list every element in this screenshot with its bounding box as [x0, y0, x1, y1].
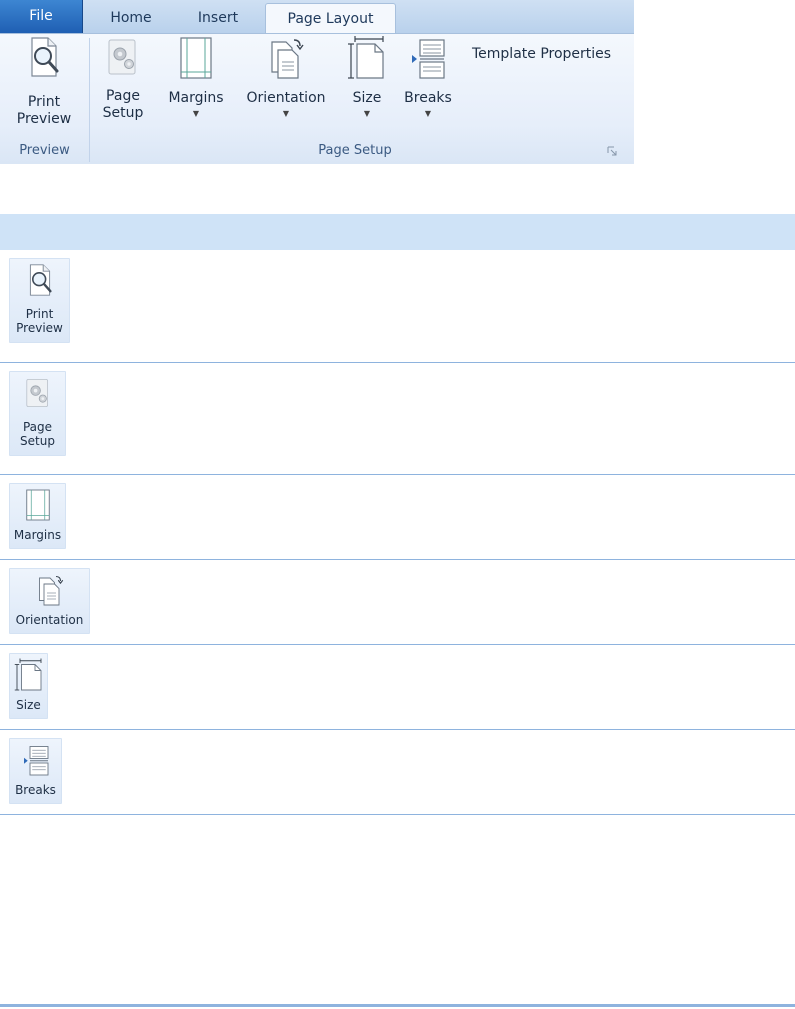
- ribbon: File Home Insert Page Layout Print Previ…: [0, 0, 634, 164]
- row-label-1: Print: [25, 307, 54, 321]
- print-preview-icon: [31, 37, 59, 77]
- size-button[interactable]: Size ▼: [343, 36, 391, 118]
- tab-file[interactable]: File: [0, 0, 83, 33]
- page-setup-label-2: Setup: [102, 105, 144, 121]
- print-preview-label-1: Print: [27, 94, 61, 110]
- breaks-button[interactable]: Breaks: [9, 738, 62, 804]
- table-row: Size: [0, 645, 795, 730]
- row-label-1: Page: [22, 420, 53, 434]
- breaks-icon: [412, 39, 445, 79]
- ribbon-body: Print Preview Preview Page Setup Margins…: [0, 33, 634, 164]
- margins-label: Margins: [168, 90, 224, 106]
- orientation-icon: [38, 575, 63, 606]
- print-preview-icon: [29, 264, 52, 296]
- page-setup-icon: [25, 379, 48, 407]
- row-label-1: Margins: [13, 528, 62, 542]
- table-row: Page Setup: [0, 363, 795, 475]
- breaks-button[interactable]: Breaks ▼: [401, 36, 455, 118]
- size-label: Size: [352, 90, 382, 106]
- breaks-dropdown-arrow-icon: ▼: [424, 109, 432, 118]
- table-header: [0, 214, 795, 250]
- table-row: Breaks: [0, 730, 795, 815]
- size-icon: [14, 658, 41, 691]
- row-label-1: Orientation: [15, 613, 84, 627]
- page-setup-label-1: Page: [106, 88, 140, 104]
- tab-home[interactable]: Home: [96, 3, 166, 33]
- dialog-launcher-icon[interactable]: [607, 146, 618, 157]
- row-label-2: Preview: [16, 321, 63, 335]
- breaks-label: Breaks: [404, 90, 452, 106]
- ribbon-tab-bar: File Home Insert Page Layout: [0, 0, 634, 34]
- group-label-preview: Preview: [19, 143, 70, 158]
- template-properties-button[interactable]: Template Properties: [472, 46, 611, 62]
- page-setup-button[interactable]: Page Setup: [9, 371, 66, 456]
- margins-button[interactable]: Margins ▼: [161, 36, 231, 118]
- table-row: Orientation: [0, 560, 795, 645]
- print-preview-button[interactable]: Print Preview: [8, 36, 80, 128]
- margins-button[interactable]: Margins: [9, 483, 66, 549]
- size-icon: [348, 36, 384, 79]
- orientation-dropdown-arrow-icon: ▼: [282, 109, 290, 118]
- orientation-label: Orientation: [246, 90, 326, 106]
- row-label-1: Breaks: [15, 783, 56, 797]
- orientation-button[interactable]: Orientation: [9, 568, 90, 634]
- size-dropdown-arrow-icon: ▼: [363, 109, 371, 118]
- tab-page-layout[interactable]: Page Layout: [265, 3, 396, 34]
- orientation-button[interactable]: Orientation ▼: [242, 36, 330, 118]
- print-preview-label-2: Preview: [16, 111, 72, 127]
- table-row: Margins: [0, 475, 795, 560]
- group-label-page-setup: Page Setup: [318, 143, 392, 158]
- page-setup-icon: [108, 39, 136, 75]
- page-setup-button[interactable]: Page Setup: [96, 36, 150, 122]
- orientation-icon: [271, 39, 304, 79]
- margins-icon: [180, 37, 212, 79]
- table-row: Print Preview: [0, 250, 795, 363]
- row-label-2: Setup: [20, 434, 55, 448]
- print-preview-button[interactable]: Print Preview: [9, 258, 70, 343]
- margins-dropdown-arrow-icon: ▼: [192, 109, 200, 118]
- row-label-1: Size: [16, 698, 41, 712]
- margins-icon: [25, 489, 50, 521]
- tab-insert[interactable]: Insert: [183, 3, 253, 33]
- size-button[interactable]: Size: [9, 653, 48, 719]
- breaks-icon: [23, 746, 48, 776]
- bottom-divider: [0, 1004, 795, 1007]
